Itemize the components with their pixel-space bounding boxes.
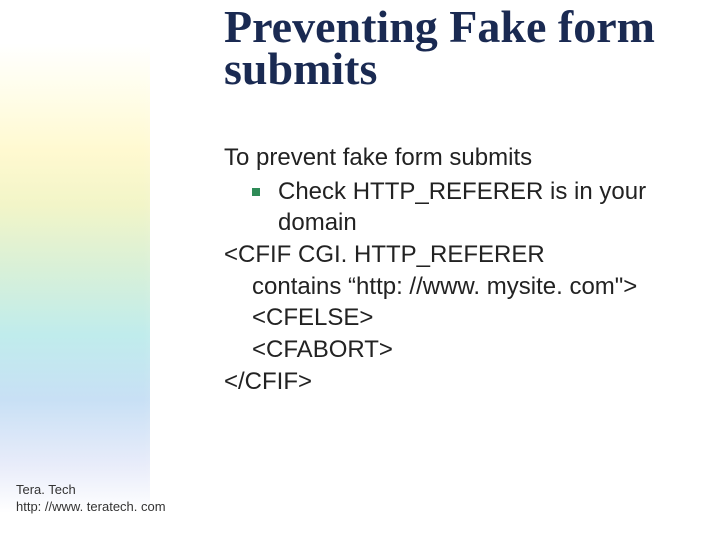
code-line-2: contains “http: //www. mysite. com"> bbox=[224, 271, 694, 303]
code-line-1: <CFIF CGI. HTTP_REFERER bbox=[224, 239, 694, 271]
slide-title: Preventing Fake form submits bbox=[224, 6, 694, 91]
code-line-5: </CFIF> bbox=[224, 366, 694, 398]
code-line-4: <CFABORT> bbox=[224, 334, 694, 366]
footer-company: Tera. Tech bbox=[16, 482, 166, 499]
intro-text: To prevent fake form submits bbox=[224, 142, 694, 174]
slide-body: To prevent fake form submits Check HTTP_… bbox=[224, 142, 694, 397]
footer: Tera. Tech http: //www. teratech. com bbox=[16, 482, 166, 516]
bullet-text: Check HTTP_REFERER is in your domain bbox=[278, 176, 694, 239]
code-line-3: <CFELSE> bbox=[224, 302, 694, 334]
square-bullet-icon bbox=[252, 188, 260, 196]
bullet-item: Check HTTP_REFERER is in your domain bbox=[224, 176, 694, 239]
footer-url: http: //www. teratech. com bbox=[16, 499, 166, 516]
background-gradient-fade bbox=[0, 0, 260, 540]
